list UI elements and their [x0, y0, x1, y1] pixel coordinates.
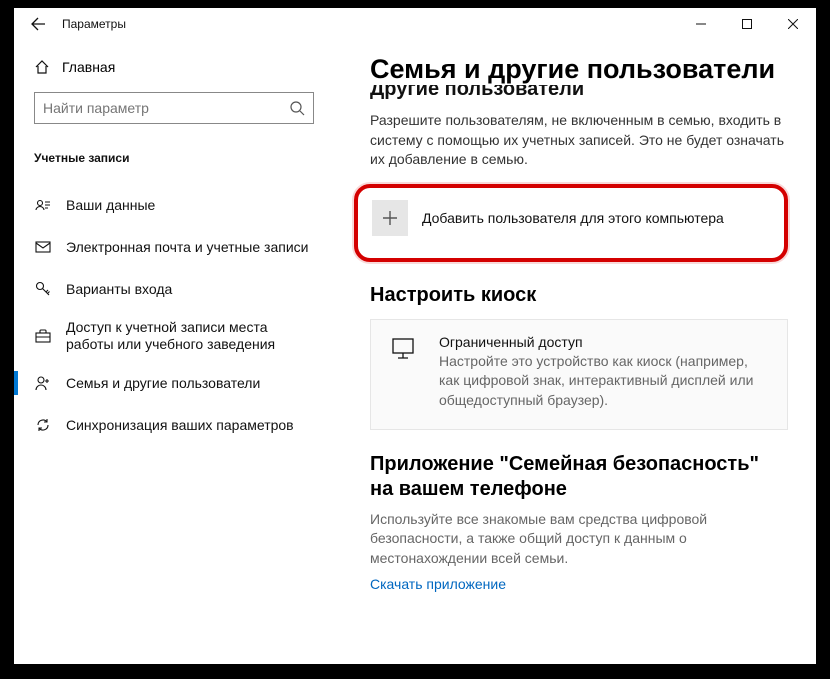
sidebar-item-label: Синхронизация ваших параметров: [66, 417, 294, 434]
titlebar: Параметры: [14, 8, 816, 40]
main-content: Семья и другие пользователи Другие польз…: [334, 40, 816, 664]
sidebar: Главная Учетные записи Ваши данные Элект…: [14, 40, 334, 664]
sidebar-item-label: Электронная почта и учетные записи: [66, 239, 308, 256]
kiosk-heading: Настроить киоск: [370, 284, 788, 307]
plus-tile: [372, 200, 408, 236]
window-body: Главная Учетные записи Ваши данные Элект…: [14, 40, 816, 664]
key-icon: [34, 280, 52, 298]
monitor-icon: [389, 334, 417, 411]
other-users-heading: Другие пользователи: [370, 85, 584, 101]
close-icon: [788, 19, 798, 29]
minimize-icon: [696, 19, 706, 29]
close-button[interactable]: [770, 8, 816, 40]
sidebar-item-label: Ваши данные: [66, 197, 155, 214]
back-button[interactable]: [14, 8, 62, 40]
download-app-link[interactable]: Скачать приложение: [370, 576, 788, 592]
plus-icon: [381, 209, 399, 227]
maximize-button[interactable]: [724, 8, 770, 40]
sidebar-item-your-info[interactable]: Ваши данные: [14, 184, 334, 226]
sidebar-item-family[interactable]: Семья и другие пользователи: [14, 362, 334, 404]
clipped-heading-wrap: Другие пользователи: [370, 85, 788, 101]
maximize-icon: [742, 19, 752, 29]
nav: Ваши данные Электронная почта и учетные …: [14, 184, 334, 446]
sync-icon: [34, 416, 52, 434]
mail-icon: [34, 238, 52, 256]
sidebar-item-signin[interactable]: Варианты входа: [14, 268, 334, 310]
sidebar-item-work[interactable]: Доступ к учетной записи места работы или…: [14, 310, 334, 362]
page-title: Семья и другие пользователи: [370, 54, 788, 85]
sidebar-item-label: Варианты входа: [66, 281, 172, 298]
family-app-heading: Приложение "Семейная безопасность" на ва…: [370, 452, 780, 502]
sidebar-item-label: Семья и другие пользователи: [66, 375, 260, 392]
home-icon: [34, 59, 50, 75]
sidebar-item-email[interactable]: Электронная почта и учетные записи: [14, 226, 334, 268]
search-box[interactable]: [34, 92, 314, 124]
search-input[interactable]: [43, 100, 289, 116]
home-label: Главная: [62, 59, 115, 75]
home-button[interactable]: Главная: [14, 48, 334, 86]
kiosk-text: Ограниченный доступ Настройте это устрой…: [439, 334, 769, 411]
person-card-icon: [34, 196, 52, 214]
window-title: Параметры: [62, 17, 678, 31]
person-plus-icon: [34, 374, 52, 392]
intro-text: Разрешите пользователям, не включенным в…: [370, 111, 788, 170]
family-app-desc: Используйте все знакомые вам средства ци…: [370, 510, 788, 569]
kiosk-title: Ограниченный доступ: [439, 334, 769, 350]
sidebar-item-label: Доступ к учетной записи места работы или…: [66, 319, 314, 353]
add-user-button[interactable]: Добавить пользователя для этого компьюте…: [372, 200, 770, 236]
sidebar-category: Учетные записи: [14, 138, 334, 178]
search-icon: [289, 100, 305, 116]
sidebar-item-sync[interactable]: Синхронизация ваших параметров: [14, 404, 334, 446]
briefcase-icon: [34, 327, 52, 345]
kiosk-card[interactable]: Ограниченный доступ Настройте это устрой…: [370, 319, 788, 430]
add-user-label: Добавить пользователя для этого компьюте…: [422, 210, 724, 226]
arrow-left-icon: [30, 16, 46, 32]
minimize-button[interactable]: [678, 8, 724, 40]
kiosk-desc: Настройте это устройство как киоск (напр…: [439, 352, 769, 411]
settings-window: Параметры Главная Учетные записи: [14, 8, 816, 664]
add-user-highlight: Добавить пользователя для этого компьюте…: [354, 184, 788, 262]
